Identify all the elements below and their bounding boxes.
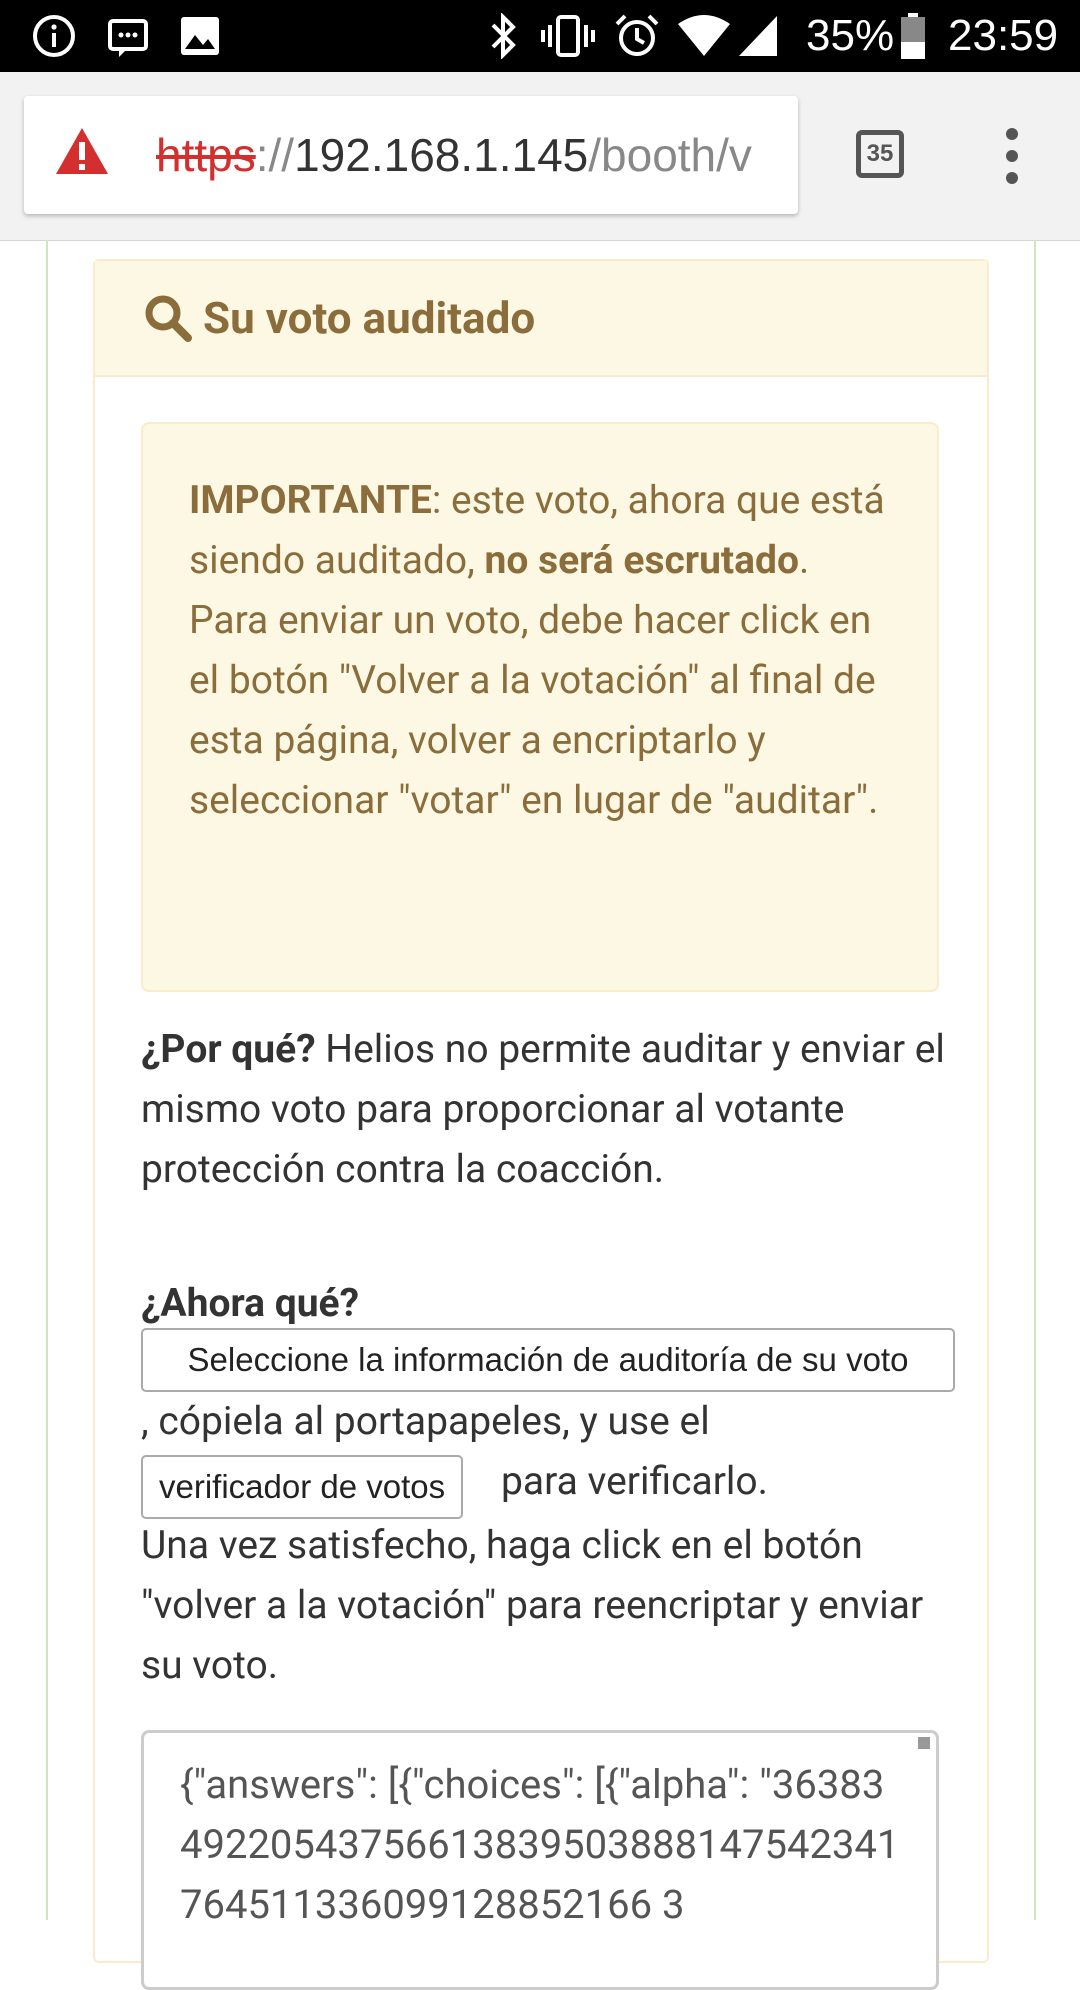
image-icon xyxy=(176,12,224,60)
audit-json-textarea[interactable]: {"answers": [{"choices": [{"alpha": "363… xyxy=(141,1730,939,1990)
battery-icon xyxy=(898,12,928,60)
panel-heading: Su voto auditado xyxy=(95,261,987,377)
alert-text-3: Para enviar un voto, debe hacer click en… xyxy=(189,597,879,823)
info-icon xyxy=(30,12,78,60)
message-icon xyxy=(104,12,152,60)
bluetooth-icon xyxy=(484,12,524,60)
url-separator: :// xyxy=(255,129,295,181)
important-alert: IMPORTANTE: este voto, ahora que está si… xyxy=(141,422,939,992)
copy-instruction: , cópiela al portapapeles, y use el xyxy=(141,1398,710,1444)
wifi-icon xyxy=(676,12,732,60)
url-host: 192.168.1.145 xyxy=(294,129,589,181)
vibrate-icon xyxy=(540,12,596,60)
why-paragraph: ¿Por qué? Helios no permite auditar y en… xyxy=(141,1019,961,1199)
battery-percent: 35% xyxy=(806,11,895,60)
overflow-menu-icon[interactable] xyxy=(1000,128,1024,188)
url-bar[interactable]: https://192.168.1.145/booth/v xyxy=(24,96,798,214)
warning-icon[interactable] xyxy=(54,126,110,180)
vote-verifier-button[interactable]: verificador de votos xyxy=(141,1455,464,1519)
alert-bold-text: no será escrutado xyxy=(484,537,799,583)
why-label: ¿Por qué? xyxy=(141,1026,316,1072)
url-scheme: https xyxy=(156,129,256,181)
browser-toolbar: https://192.168.1.145/booth/v 35 xyxy=(0,72,1080,241)
alarm-icon xyxy=(612,12,662,60)
url-text[interactable]: https://192.168.1.145/booth/v xyxy=(156,96,752,214)
verify-instruction: para verificarlo. xyxy=(501,1458,768,1504)
panel-title: Su voto auditado xyxy=(203,292,536,344)
alert-text-2: . xyxy=(798,537,810,583)
search-icon xyxy=(143,293,193,347)
audit-json-text: {"answers": [{"choices": [{"alpha": "363… xyxy=(180,1761,900,1928)
signal-icon xyxy=(736,12,780,60)
select-audit-info-button[interactable]: Seleccione la información de auditoría d… xyxy=(141,1328,955,1392)
return-instruction: Una vez satisfecho, haga click en el bot… xyxy=(141,1522,924,1688)
audited-vote-panel: Su voto auditado IMPORTANTE: este voto, … xyxy=(93,259,989,1990)
status-bar: 35% 23:59 xyxy=(0,0,1080,72)
resize-handle[interactable] xyxy=(918,1737,930,1749)
now-what-heading: ¿Ahora qué? xyxy=(141,1280,359,1326)
clock: 23:59 xyxy=(948,11,1059,60)
tab-switcher-button[interactable]: 35 xyxy=(856,130,904,178)
important-label: IMPORTANTE xyxy=(189,477,432,523)
url-path: /booth/v xyxy=(588,129,752,181)
